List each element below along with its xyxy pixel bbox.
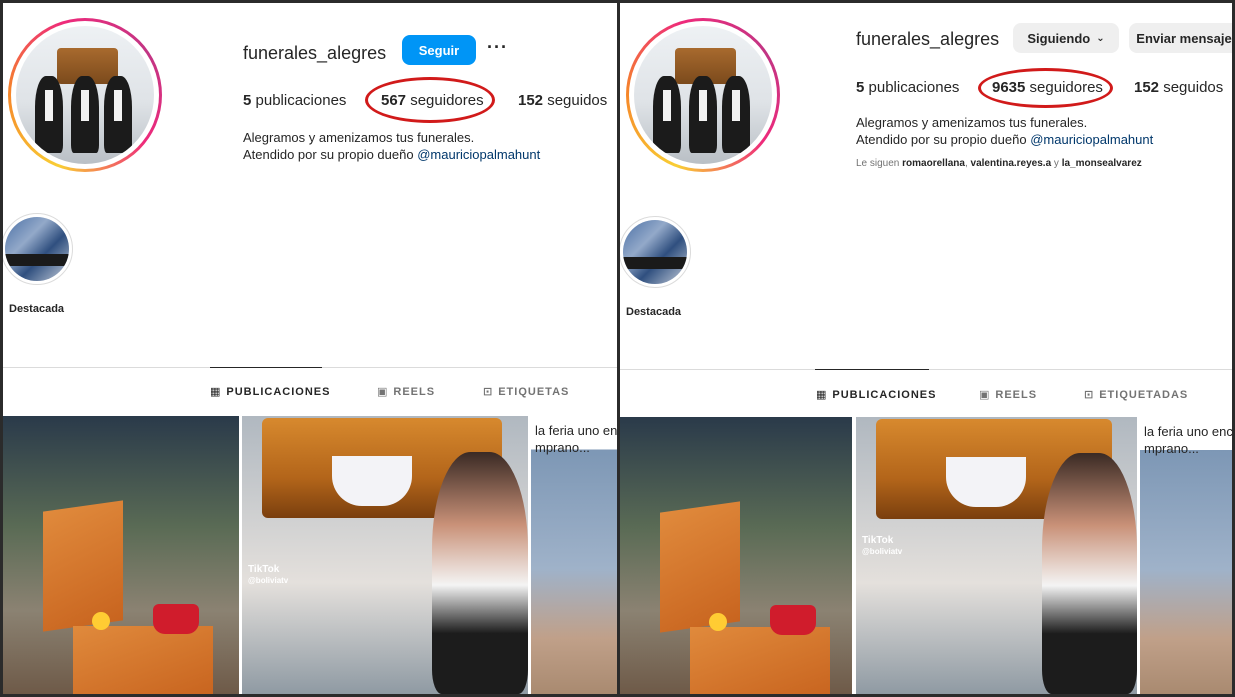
active-tab-indicator	[210, 367, 322, 368]
profile-bio: Alegramos y amenizamos tus funerales. At…	[856, 114, 1153, 148]
follow-button[interactable]: Seguir	[402, 35, 476, 65]
emoji-icon	[92, 612, 110, 630]
post-thumbnail-1[interactable]	[620, 417, 852, 694]
highlight-label: Destacada	[626, 306, 682, 318]
posts-number: 5	[243, 92, 252, 109]
tab-reels-label: REELS	[995, 388, 1038, 401]
posts-number: 5	[856, 79, 865, 96]
reels-icon: ▣	[979, 389, 991, 401]
bio-line-1: Alegramos y amenizamos tus funerales.	[856, 115, 1088, 130]
profile-panel-after: funerales_alegres Siguiendo ⌄ Enviar men…	[620, 3, 1232, 694]
tag-icon: ⊡	[1084, 389, 1095, 401]
chevron-down-icon: ⌄	[1096, 32, 1105, 44]
posts-count[interactable]: 5 publicaciones	[243, 92, 346, 109]
woman-image	[432, 452, 528, 694]
grid-icon: ▦	[210, 386, 222, 398]
posts-label: publicaciones	[868, 79, 960, 96]
post-thumbnail-3[interactable]: la feria uno enc mprano...	[1140, 417, 1232, 694]
red-pot-image	[770, 605, 816, 635]
profile-username: funerales_alegres	[856, 29, 1000, 49]
posts-label: publicaciones	[255, 92, 347, 109]
story-highlight[interactable]	[620, 216, 691, 288]
woman-image	[1042, 453, 1137, 694]
tab-tagged-label: ETIQUETADAS	[1099, 388, 1189, 401]
tab-posts-label: PUBLICACIONES	[832, 388, 937, 401]
red-annotation-circle	[365, 77, 495, 123]
tiktok-watermark: TikTok @boliviatv	[862, 535, 903, 556]
bio-line-1: Alegramos y amenizamos tus funerales.	[243, 130, 475, 145]
tab-reels-label: REELS	[393, 385, 436, 398]
open-box-image	[43, 500, 123, 632]
more-options-icon[interactable]: ···	[487, 37, 508, 58]
post-thumbnail-2[interactable]: TikTok @boliviatv	[856, 417, 1137, 694]
red-pot-image	[153, 604, 199, 634]
tab-posts[interactable]: ▦ PUBLICACIONES	[816, 388, 937, 402]
post-caption: la feria uno en mprano...	[535, 423, 617, 455]
send-message-button[interactable]: Enviar mensaje	[1129, 23, 1232, 53]
reels-icon: ▣	[377, 386, 389, 398]
grid-icon: ▦	[816, 389, 828, 401]
tab-reels[interactable]: ▣ REELS	[377, 385, 436, 399]
open-box-image	[660, 501, 740, 633]
story-highlight[interactable]	[3, 213, 73, 285]
bio-mention-link[interactable]: @mauriciopalmahunt	[1030, 132, 1153, 147]
bio-mention-link[interactable]: @mauriciopalmahunt	[417, 147, 540, 162]
tab-tagged[interactable]: ⊡ ETIQUETADAS	[1084, 388, 1189, 402]
followed-by-text[interactable]: Le siguen romaorellana, valentina.reyes.…	[856, 158, 1142, 169]
profile-avatar[interactable]	[626, 18, 780, 172]
post-thumbnail-2[interactable]: TikTok @boliviatv	[242, 416, 528, 694]
tab-posts[interactable]: ▦ PUBLICACIONES	[210, 385, 331, 399]
following-button[interactable]: Siguiendo ⌄	[1013, 23, 1119, 53]
tag-icon: ⊡	[483, 386, 494, 398]
highlight-label: Destacada	[9, 303, 65, 315]
bio-line-2: Atendido por su propio dueño @mauriciopa…	[243, 147, 541, 162]
profile-bio: Alegramos y amenizamos tus funerales. At…	[243, 129, 540, 163]
profile-panel-before: funerales_alegres Seguir ··· 5 publicaci…	[3, 3, 617, 694]
posts-count[interactable]: 5 publicaciones	[856, 79, 959, 96]
bio-line-2: Atendido por su propio dueño @mauriciopa…	[856, 132, 1154, 147]
tab-reels[interactable]: ▣ REELS	[979, 388, 1038, 402]
following-label: seguidos	[1163, 79, 1224, 96]
red-annotation-circle	[978, 68, 1113, 108]
tab-tagged[interactable]: ⊡ ETIQUETAS	[483, 385, 570, 399]
following-number: 152	[518, 92, 544, 109]
profile-username: funerales_alegres	[243, 43, 387, 63]
tab-posts-label: PUBLICACIONES	[226, 385, 331, 398]
following-number: 152	[1134, 79, 1160, 96]
tiktok-watermark: TikTok @boliviatv	[248, 564, 289, 585]
emoji-icon	[709, 613, 727, 631]
post-caption: la feria uno enc mprano...	[1144, 424, 1232, 456]
post-thumbnail-3[interactable]: la feria uno en mprano...	[531, 416, 617, 694]
post-thumbnail-1[interactable]	[3, 416, 239, 694]
active-tab-indicator	[815, 369, 929, 370]
following-label: seguidos	[547, 92, 608, 109]
tab-tagged-label: ETIQUETAS	[498, 385, 570, 398]
following-count[interactable]: 152 seguidos	[1134, 79, 1223, 96]
profile-avatar[interactable]	[8, 18, 162, 172]
following-count[interactable]: 152 seguidos	[518, 92, 607, 109]
